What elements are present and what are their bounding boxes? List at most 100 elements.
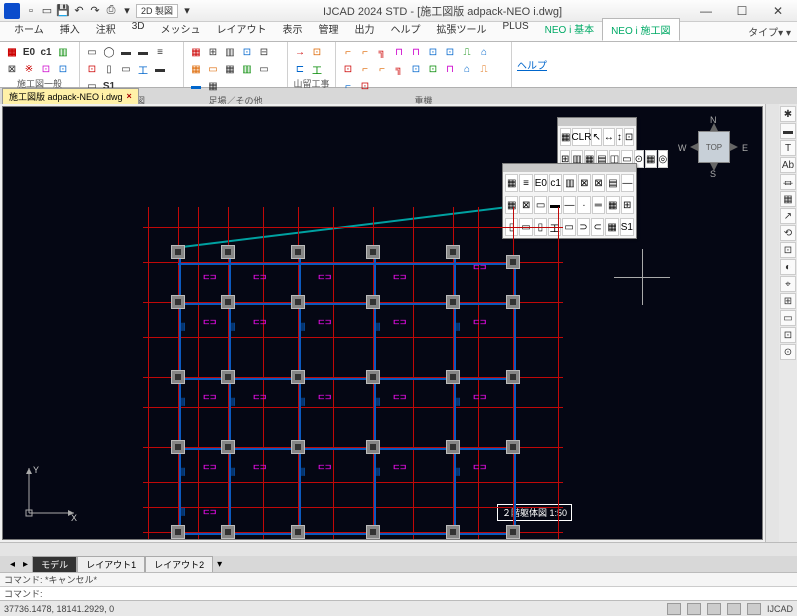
palette-icon[interactable]: ⊠ bbox=[519, 196, 532, 214]
ribbon-icon[interactable]: ⌐ bbox=[357, 44, 373, 60]
minimize-button[interactable]: — bbox=[691, 4, 721, 18]
ribbon-icon[interactable]: ⊓ bbox=[391, 44, 407, 60]
ribbon-icon[interactable]: ⊡ bbox=[239, 44, 255, 60]
ribbon-icon[interactable]: ▬ bbox=[118, 44, 134, 60]
ribbon-tab[interactable]: 挿入 bbox=[52, 18, 88, 41]
ribbon-tab[interactable]: 管理 bbox=[311, 18, 347, 41]
ribbon-icon[interactable]: ▯ bbox=[101, 61, 117, 77]
ribbon-icon[interactable]: ⊡ bbox=[84, 61, 100, 77]
ribbon-icon[interactable]: 工 bbox=[309, 61, 325, 77]
qat-new-icon[interactable]: ▫ bbox=[24, 4, 38, 18]
palette-icon[interactable]: ▤ bbox=[606, 174, 619, 192]
status-toggle[interactable] bbox=[747, 603, 761, 615]
palette-icon[interactable]: ↔ bbox=[603, 128, 615, 146]
ribbon-icon[interactable]: ⊡ bbox=[408, 61, 424, 77]
ribbon-icon[interactable]: ※ bbox=[21, 61, 37, 77]
ribbon-icon[interactable]: ▦ bbox=[222, 61, 238, 77]
side-tool-icon[interactable]: Ab bbox=[780, 157, 796, 173]
side-tool-icon[interactable]: ⊡ bbox=[780, 242, 796, 258]
side-tool-icon[interactable]: ◐ bbox=[780, 259, 796, 275]
ribbon-icon[interactable]: ⊡ bbox=[38, 61, 54, 77]
ribbon-icon[interactable]: ⎍ bbox=[476, 61, 492, 77]
status-toggle[interactable] bbox=[707, 603, 721, 615]
ribbon-icon[interactable]: ▦ bbox=[188, 44, 204, 60]
maximize-button[interactable]: ☐ bbox=[727, 4, 757, 18]
palette-icon[interactable]: — bbox=[563, 196, 576, 214]
ribbon-icon[interactable]: ◯ bbox=[101, 44, 117, 60]
ribbon-tab[interactable]: ホーム bbox=[6, 18, 52, 41]
qat-redo-icon[interactable]: ↷ bbox=[88, 4, 102, 18]
palette-icon[interactable]: ▦ bbox=[505, 174, 518, 192]
ribbon-icon[interactable]: ⊓ bbox=[442, 61, 458, 77]
side-tool-icon[interactable]: ↗ bbox=[780, 208, 796, 224]
ribbon-icon[interactable]: ⌐ bbox=[357, 61, 373, 77]
side-tool-icon[interactable]: ⊡ bbox=[780, 327, 796, 343]
status-toggle[interactable] bbox=[727, 603, 741, 615]
ribbon-icon[interactable]: ▭ bbox=[84, 44, 100, 60]
side-tool-icon[interactable]: ⏛ bbox=[780, 174, 796, 190]
ribbon-icon[interactable]: ⊓ bbox=[408, 44, 424, 60]
ribbon-tab[interactable]: 注釈 bbox=[88, 18, 124, 41]
palette-icon[interactable]: ▦ bbox=[606, 196, 619, 214]
palette-icon[interactable]: ≡ bbox=[519, 174, 532, 192]
ribbon-icon[interactable]: ⊏ bbox=[292, 61, 308, 77]
ribbon-icon[interactable]: ≡ bbox=[152, 44, 168, 60]
palette-icon[interactable]: CLR bbox=[572, 128, 590, 146]
ribbon-icon[interactable]: 工 bbox=[135, 61, 151, 77]
qat-save-icon[interactable]: 💾 bbox=[56, 4, 70, 18]
qat-print-icon[interactable]: ⎙ bbox=[104, 4, 118, 18]
model-tab[interactable]: モデル bbox=[32, 556, 77, 572]
palette-icon[interactable]: ═ bbox=[592, 196, 605, 214]
ribbon-icon[interactable]: ╗ bbox=[374, 44, 390, 60]
close-button[interactable]: ✕ bbox=[763, 4, 793, 18]
palette-icon[interactable]: ↖ bbox=[591, 128, 601, 146]
ribbon-icon[interactable]: c1 bbox=[38, 44, 54, 60]
palette-icon[interactable]: ⊃ bbox=[577, 218, 590, 236]
document-tab[interactable]: 施工図版 adpack-NEO i.dwg × bbox=[2, 88, 139, 105]
ribbon-icon[interactable]: → bbox=[292, 44, 308, 60]
ribbon-tab[interactable]: PLUS bbox=[495, 18, 537, 41]
palette-icon[interactable]: ▭ bbox=[562, 218, 575, 236]
ribbon-icon[interactable]: ⊡ bbox=[309, 44, 325, 60]
palette-icon[interactable]: ▦ bbox=[605, 218, 618, 236]
ribbon-icon[interactable]: ▥ bbox=[239, 61, 255, 77]
close-tab-icon[interactable]: × bbox=[127, 91, 132, 101]
side-tool-icon[interactable]: ⟲ bbox=[780, 225, 796, 241]
ribbon-tab[interactable]: NEO i 基本 bbox=[537, 18, 602, 41]
palette-icon[interactable]: ⊞ bbox=[621, 196, 634, 214]
palette-icon[interactable]: ▦ bbox=[645, 150, 656, 168]
ribbon-icon[interactable]: E0 bbox=[21, 44, 37, 60]
ribbon-tab[interactable]: メッシュ bbox=[153, 18, 209, 41]
palette-icon[interactable]: ⊂ bbox=[591, 218, 604, 236]
ribbon-tab[interactable]: ヘルプ bbox=[383, 18, 429, 41]
palette-icon[interactable]: ▥ bbox=[563, 174, 576, 192]
ribbon-icon[interactable]: ⊡ bbox=[55, 61, 71, 77]
ribbon-tab[interactable]: レイアウト bbox=[209, 18, 275, 41]
side-tool-icon[interactable]: T bbox=[780, 140, 796, 156]
palette-icon[interactable]: ∙ bbox=[577, 196, 590, 214]
ribbon-icon[interactable]: ▬ bbox=[188, 78, 204, 94]
app-icon[interactable] bbox=[4, 3, 20, 19]
ribbon-icon[interactable]: ▬ bbox=[152, 61, 168, 77]
palette-icon[interactable]: ▭ bbox=[534, 196, 547, 214]
ribbon-icon[interactable]: ⊡ bbox=[425, 44, 441, 60]
ribbon-icon[interactable]: ▦ bbox=[4, 44, 20, 60]
palette-icon[interactable]: ↕ bbox=[616, 128, 623, 146]
tab-add-icon[interactable]: ▾ bbox=[213, 559, 226, 570]
palette-icon[interactable]: S1 bbox=[620, 218, 634, 236]
ribbon-icon[interactable]: ⊡ bbox=[357, 78, 373, 94]
side-tool-icon[interactable]: ⊙ bbox=[780, 344, 796, 360]
palette-icon[interactable]: c1 bbox=[549, 174, 562, 192]
ribbon-icon[interactable]: ▦ bbox=[205, 78, 221, 94]
ribbon-icon[interactable]: ▭ bbox=[256, 61, 272, 77]
workspace-selector[interactable]: 2D 製図 bbox=[136, 4, 178, 18]
ribbon-icon[interactable]: ▥ bbox=[55, 44, 71, 60]
drawing-canvas[interactable]: TOP N S E W ▦CLR↖↔↕⊡ ⊞▥▦▤◫▭⊙▦◎ ▦≡E0c1▥⊠⊠… bbox=[2, 106, 763, 540]
ribbon-icon[interactable]: ⌐ bbox=[340, 78, 356, 94]
ribbon-icon[interactable]: ⌂ bbox=[459, 61, 475, 77]
tab-nav-right-icon[interactable]: ▸ bbox=[19, 559, 32, 570]
side-tool-icon[interactable]: ⌖ bbox=[780, 276, 796, 292]
ribbon-tab[interactable]: 出力 bbox=[347, 18, 383, 41]
qat-dropdown-icon[interactable]: ▾ bbox=[120, 4, 134, 18]
side-tool-icon[interactable]: ▬ bbox=[780, 123, 796, 139]
